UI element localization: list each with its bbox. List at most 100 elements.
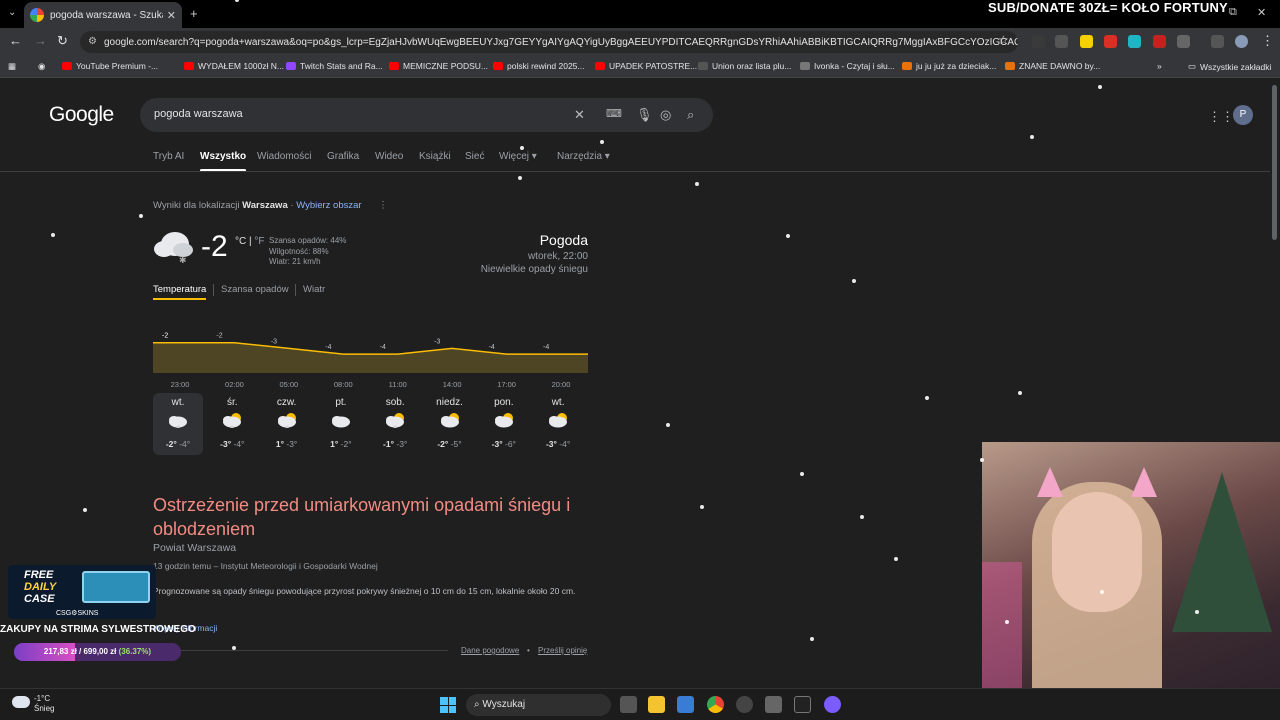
reload-icon[interactable]: ↻ — [57, 33, 68, 49]
weather-alert-title[interactable]: Ostrzeżenie przed umiarkowanymi opadami … — [153, 493, 593, 541]
extension-icon[interactable] — [1153, 35, 1166, 48]
new-tab-button[interactable]: + — [190, 6, 198, 21]
bookmark-item[interactable]: Ivonka - Czytaj i słu... — [800, 61, 895, 71]
forecast-day[interactable]: wt. -3° -4° — [533, 393, 583, 455]
tab-more[interactable]: Więcej ▾ — [499, 151, 537, 162]
account-avatar[interactable]: P — [1233, 105, 1253, 125]
bookmarks-overflow-icon[interactable]: » — [1157, 61, 1162, 71]
partly-cloudy-icon — [439, 413, 461, 432]
temperature-chart: -2 23:00 -2 02:00 -3 05:00 -4 08:00 -4 11:00 -3 14:… — [153, 333, 588, 389]
extension-icon[interactable] — [1080, 35, 1093, 48]
extension-icon[interactable] — [1104, 35, 1117, 48]
forward-icon[interactable]: → — [34, 33, 47, 48]
search-icon[interactable]: ⌕ — [687, 107, 694, 123]
profile-icon[interactable] — [1235, 35, 1248, 48]
microphone-icon[interactable]: 🎙 — [636, 107, 653, 123]
bookmark-item[interactable]: Twitch Stats and Ra... — [286, 61, 383, 71]
store-icon[interactable] — [677, 696, 694, 713]
send-feedback-link[interactable]: Prześlij opinię — [538, 646, 587, 655]
forecast-day[interactable]: czw. ✱ 1° -3° — [262, 393, 312, 455]
google-logo[interactable]: Google — [49, 103, 114, 127]
tab-images[interactable]: Grafika — [327, 151, 359, 162]
weather-condition: Niewielkie opady śniegu — [480, 264, 588, 275]
lens-camera-icon[interactable]: ◎ — [660, 107, 671, 123]
day-temps: -1° -3° — [383, 439, 408, 449]
file-explorer-icon[interactable] — [648, 696, 665, 713]
bookmark-item[interactable]: MEMICZNE PODSU... — [389, 61, 488, 71]
bookmark-item[interactable]: ZNANE DAWNO by... — [1005, 61, 1100, 71]
settings-icon[interactable] — [765, 696, 782, 713]
forecast-day[interactable]: pt. 1° -2° — [316, 393, 366, 455]
snowflake — [518, 176, 522, 180]
weather-data-link[interactable]: Dane pogodowe — [461, 646, 519, 655]
tab-ai-mode[interactable]: Tryb AI — [153, 151, 184, 162]
snowflake — [1098, 85, 1102, 89]
all-bookmarks-folder[interactable]: ▭ Wszystkie zakładki — [1188, 61, 1271, 72]
clear-search-icon[interactable]: ✕ — [574, 107, 585, 123]
search-query[interactable]: pogoda warszawa — [154, 108, 243, 120]
forecast-day[interactable]: pon. -3° -6° — [479, 393, 529, 455]
bookmark-star-icon[interactable]: ☆ — [998, 33, 1009, 47]
day-temps: -3° -6° — [491, 439, 516, 449]
browser-tab-active[interactable]: pogoda warszawa - Szukaj w Go ✕ — [24, 2, 182, 28]
forecast-day[interactable]: niedz. -2° -5° — [425, 393, 475, 455]
tab-wind[interactable]: Wiatr — [303, 284, 325, 295]
start-button[interactable] — [440, 697, 456, 713]
tab-web[interactable]: Sieć — [465, 151, 484, 162]
chrome-taskbar-icon[interactable] — [707, 696, 724, 713]
tabs-divider — [0, 171, 1270, 172]
apps-grid-icon[interactable]: ▦ — [8, 61, 16, 72]
bookmark-item[interactable]: polski rewind 2025... — [493, 61, 585, 71]
tab-temperature[interactable]: Temperatura — [153, 284, 207, 300]
bookmark-item[interactable]: WYDAŁEM 1000zł N... — [184, 61, 284, 71]
bookmark-item[interactable]: Union oraz lista plu... — [698, 61, 791, 71]
menu-kebab-icon[interactable]: ⋮ — [1261, 33, 1274, 49]
tab-books[interactable]: Książki — [419, 151, 451, 162]
taskbar: -1°C Śnieg ⌕ Wyszukaj — [0, 688, 1280, 720]
back-icon[interactable]: ← — [9, 33, 22, 48]
bookmark-item[interactable]: UPADEK PATOSTRE... — [595, 61, 697, 71]
tab-precipitation[interactable]: Szansa opadów — [221, 284, 289, 295]
stream-overlay-title: SUB/DONATE 30ZŁ= KOŁO FORTUNY — [988, 0, 1228, 15]
snowflake — [83, 508, 87, 512]
tab-tools[interactable]: Narzędzia ▾ — [557, 151, 610, 162]
time-tick-label: 23:00 — [171, 380, 190, 389]
promo-banner: FREE DAILY CASE CSG⚙SKINS — [8, 565, 156, 619]
tab-videos[interactable]: Wideo — [375, 151, 403, 162]
reading-list-icon[interactable] — [1211, 35, 1224, 48]
taskbar-search[interactable]: ⌕ Wyszukaj — [466, 694, 611, 716]
day-name: sob. — [385, 397, 405, 408]
extension-icon[interactable] — [1032, 35, 1045, 48]
unit-toggle[interactable]: °C | °F — [235, 236, 265, 247]
app-icon[interactable] — [736, 696, 753, 713]
forecast-day[interactable]: sob. ✱ -1° -3° — [370, 393, 420, 455]
time-tick-label: 08:00 — [334, 380, 353, 389]
snowflake — [600, 140, 604, 144]
address-bar[interactable]: ⚙ google.com/search?q=pogoda+warszawa&oq… — [80, 31, 1018, 53]
app-icon[interactable] — [824, 696, 841, 713]
forecast-day[interactable]: śr. ✱ -3° -4° — [207, 393, 257, 455]
tab-news[interactable]: Wiadomości — [257, 151, 311, 162]
tab-search-button[interactable]: ⌄ — [8, 7, 16, 18]
more-options-icon[interactable]: ⋮ — [378, 200, 388, 211]
extension-icon[interactable] — [1055, 35, 1068, 48]
restore-icon[interactable]: ⧉ — [1229, 6, 1237, 19]
keyboard-icon[interactable]: ⌨ — [606, 107, 622, 120]
extension-icon[interactable] — [1128, 35, 1141, 48]
forecast-day[interactable]: wt. ✱ -2° -4° — [153, 393, 203, 455]
svg-text:✱: ✱ — [179, 256, 187, 264]
close-window-icon[interactable]: ✕ — [1257, 6, 1266, 19]
choose-area-link[interactable]: Wybierz obszar — [296, 200, 361, 211]
search-box[interactable]: pogoda warszawa ✕ ⌨ 🎙 ◎ ⌕ — [140, 98, 713, 132]
tab-all[interactable]: Wszystko — [200, 151, 247, 172]
task-view-icon[interactable] — [620, 696, 637, 713]
page-scrollbar[interactable] — [1272, 85, 1277, 240]
bookmark-item[interactable]: ju ju już za dzieciak... — [902, 61, 996, 71]
chrome-icon[interactable]: ◉ — [38, 61, 45, 72]
terminal-icon[interactable] — [794, 696, 811, 713]
site-info-icon[interactable]: ⚙ — [88, 36, 97, 47]
partly-cloudy-snow-icon: ✱ — [276, 413, 298, 432]
bookmark-item[interactable]: YouTube Premium -... — [62, 61, 158, 71]
extensions-puzzle-icon[interactable] — [1177, 35, 1190, 48]
tab-close-icon[interactable]: ✕ — [167, 9, 176, 22]
